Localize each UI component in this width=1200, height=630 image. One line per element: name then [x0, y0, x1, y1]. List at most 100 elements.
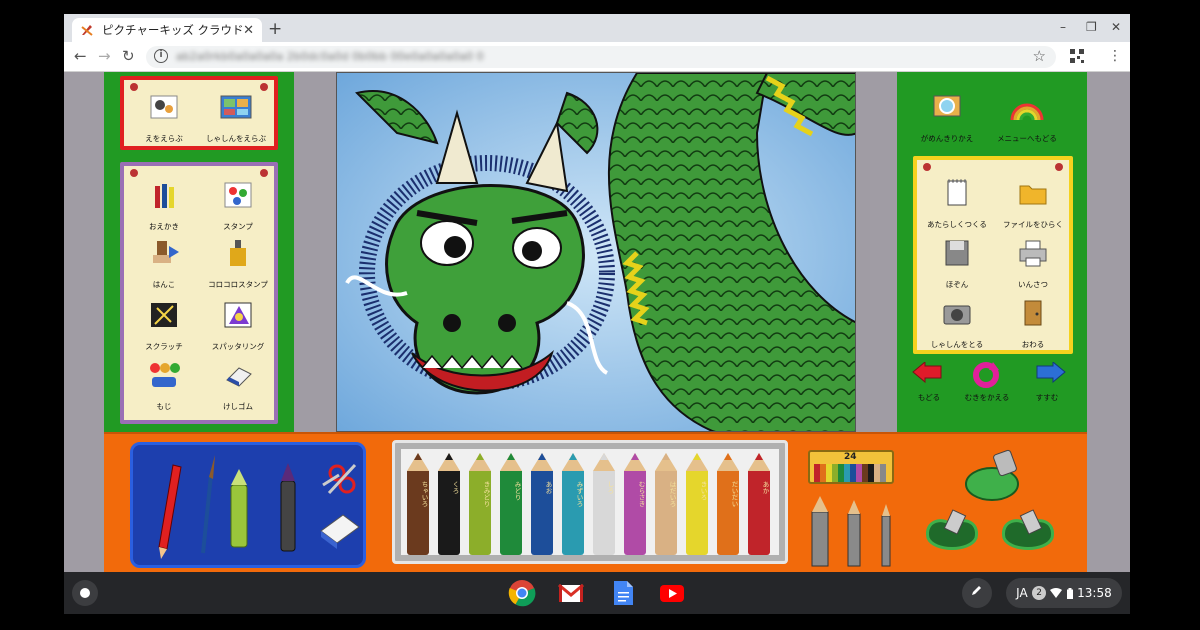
crayon-7[interactable]: しろ: [593, 453, 615, 555]
ime-indicator: JA: [1016, 586, 1028, 600]
exit-button[interactable]: おわる: [993, 298, 1073, 351]
scissors-icon[interactable]: [322, 463, 357, 495]
address-bar[interactable]: i ab2a0rkb0a0a0a0a 2b0dc0a0d 0b0bb 00e0a…: [146, 46, 1056, 68]
color-box-24-button[interactable]: 24: [808, 450, 894, 484]
crayon-lead: [662, 453, 670, 460]
browser-menu-icon[interactable]: ⋮: [1108, 48, 1122, 64]
crayon-3[interactable]: きみどり: [469, 453, 491, 555]
gmail-icon[interactable]: [557, 579, 585, 607]
picture-select-icon: [150, 95, 178, 119]
eraser-block-icon[interactable]: [320, 514, 360, 549]
rotate-icon[interactable]: [971, 360, 1001, 390]
tool-scratch[interactable]: スクラッチ: [124, 300, 204, 353]
crayon-name: くろ: [451, 481, 459, 494]
fill-bucket-left-icon[interactable]: [926, 509, 978, 550]
dragon-painting: [337, 73, 855, 431]
launcher-icon[interactable]: [72, 580, 98, 606]
crayon-6[interactable]: みずいろ: [562, 453, 584, 555]
crayon-name: ちゃいろ: [420, 481, 428, 507]
mode-tool-picture[interactable]: えをえらぶ: [124, 92, 204, 145]
reload-button[interactable]: ↻: [122, 47, 135, 65]
brush-icon[interactable]: [201, 455, 215, 554]
restore-button[interactable]: ❐: [1086, 20, 1097, 34]
menu-return-button[interactable]: メニューへもどる: [987, 92, 1067, 145]
screen-switch-button[interactable]: がめんきりかえ: [907, 92, 987, 145]
crayon-2[interactable]: くろ: [438, 453, 460, 555]
bookmark-star-icon[interactable]: ☆: [1033, 47, 1046, 65]
clock: 13:58: [1077, 586, 1112, 600]
pencil-medium-icon[interactable]: [847, 500, 861, 567]
notification-count-badge: 2: [1032, 586, 1047, 600]
save-button[interactable]: ほぞん: [917, 238, 997, 291]
exit-door-icon: [1024, 300, 1042, 326]
save-disk-icon: [945, 240, 969, 266]
crayon-11[interactable]: だいだい: [717, 453, 739, 555]
pen-icon: [972, 586, 981, 595]
crayons-icon: [155, 184, 174, 208]
crayon-1[interactable]: ちゃいろ: [407, 453, 429, 555]
tab-close-icon[interactable]: ✕: [243, 23, 254, 38]
crayon-4[interactable]: みどり: [500, 453, 522, 555]
mode-select-card: えをえらぶ しゃしんをえらぶ: [120, 76, 278, 150]
qr-code-icon[interactable]: [1070, 49, 1084, 63]
browser-toolbar: ← → ↻ i ab2a0rkb0a0a0a0a 2b0dc0a0d 0b0bb…: [64, 42, 1130, 72]
mode-tool-photo[interactable]: しゃしんをえらぶ: [196, 92, 276, 145]
crayon-10[interactable]: きいろ: [686, 453, 708, 555]
drawing-canvas[interactable]: [336, 72, 856, 432]
new-page-button[interactable]: あたらしくつくる: [917, 178, 997, 231]
spatter-icon: [224, 302, 252, 328]
wifi-icon: [1050, 588, 1063, 598]
back-button[interactable]: ←: [74, 47, 87, 65]
tool-hanko[interactable]: はんこ: [124, 238, 204, 291]
app-favicon-icon: [81, 25, 93, 36]
site-info-icon[interactable]: i: [154, 49, 168, 63]
crayon-name: あお: [544, 481, 552, 494]
crayon-box: ちゃいろ くろ きみどり みどり あお みずいろ しろ むらさき はだいろ きいろ だいだい あか: [392, 440, 788, 564]
marker-icon[interactable]: [280, 463, 296, 552]
crayon-icon[interactable]: [230, 469, 248, 548]
status-tray[interactable]: JA 2 13:58: [1006, 578, 1122, 608]
crayon-8[interactable]: むらさき: [624, 453, 646, 555]
take-photo-button[interactable]: しゃしんをとる: [917, 298, 997, 351]
fill-bucket-right-icon[interactable]: [1002, 509, 1054, 550]
undo-arrow-icon[interactable]: [911, 362, 947, 388]
youtube-icon[interactable]: [658, 579, 686, 607]
window-close-button[interactable]: ✕: [1111, 20, 1121, 34]
chrome-icon[interactable]: [508, 579, 536, 607]
pen-case: [130, 442, 366, 568]
crayon-5[interactable]: あお: [531, 453, 553, 555]
minimize-button[interactable]: –: [1060, 20, 1066, 34]
tool-stamp[interactable]: スタンプ: [198, 180, 278, 233]
docs-icon[interactable]: [609, 579, 637, 607]
camera-icon: [943, 305, 971, 325]
crayon-name: きいろ: [699, 481, 707, 501]
pencil-thick-icon[interactable]: [811, 496, 829, 567]
rainbow-menu-icon: [1010, 103, 1044, 121]
tool-spatter[interactable]: スパッタリング: [198, 300, 278, 353]
red-pencil-icon[interactable]: [158, 464, 182, 559]
stylus-pen-button[interactable]: [962, 578, 992, 608]
fill-bucket-icon[interactable]: [965, 449, 1019, 501]
tool-oekaki[interactable]: おえかき: [124, 180, 204, 233]
photo-select-icon: [220, 95, 252, 119]
forward-button[interactable]: →: [98, 47, 111, 65]
redo-arrow-icon[interactable]: [1031, 362, 1067, 388]
crayon-lead: [538, 453, 546, 460]
battery-icon: [1066, 587, 1073, 599]
pencil-thin-icon[interactable]: [881, 504, 891, 567]
crayon-9[interactable]: はだいろ: [655, 453, 677, 555]
new-tab-button[interactable]: +: [268, 19, 282, 39]
color-pencil-set-icon: [814, 464, 886, 482]
tool-eraser[interactable]: けしゴム: [198, 360, 278, 413]
browser-tab[interactable]: ピクチャーキッズ クラウド ✕: [72, 18, 262, 42]
crayon-12[interactable]: あか: [748, 453, 770, 555]
tool-text[interactable]: もじ: [124, 360, 204, 413]
pencil-size-selector: [811, 496, 891, 567]
print-button[interactable]: いんさつ: [993, 238, 1073, 291]
folder-icon: [1019, 185, 1047, 205]
open-file-button[interactable]: ファイルをひらく: [993, 178, 1073, 231]
left-tool-panel: えをえらぶ しゃしんをえらぶ おえかき スタンプ はんこ コロコロスタンプ スク…: [104, 72, 294, 432]
pin-icon: [130, 83, 138, 91]
right-tool-panel: がめんきりかえ メニューへもどる あたらしくつくる ファイルをひらく ほぞん い…: [897, 72, 1087, 432]
tool-roller-stamp[interactable]: コロコロスタンプ: [198, 238, 278, 291]
